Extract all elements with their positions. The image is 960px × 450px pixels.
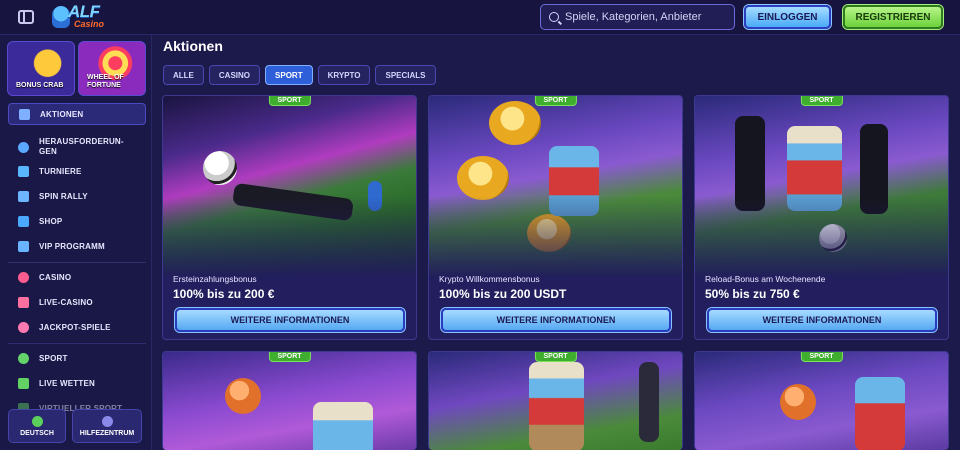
language-button[interactable]: DEUTSCH (8, 409, 66, 443)
filter-sport[interactable]: SPORT (265, 65, 313, 85)
flag-icon (18, 190, 29, 202)
image-shade (695, 196, 948, 276)
clover-icon (18, 321, 29, 333)
sport-tag: SPORT (800, 352, 843, 362)
sidebar-item-label: LIVE WETTEN (39, 378, 95, 388)
more-info-button[interactable]: WEITERE INFORMATIONEN (175, 308, 405, 332)
crown-icon (18, 240, 29, 252)
promo-subtitle: Ersteinzahlungsbonus (173, 274, 257, 284)
promo-card[interactable]: SPORT Krypto Willkommensbonus 100% bis z… (428, 95, 683, 340)
promo-card[interactable]: SPORT (428, 351, 683, 450)
page-title: Aktionen (163, 38, 223, 54)
sidebar-item-aktionen[interactable]: AKTIONEN (8, 103, 146, 125)
filter-alle[interactable]: ALLE (163, 65, 204, 85)
promo-label: WHEEL OF FORTUNE (87, 74, 124, 89)
basketball-icon (225, 378, 261, 414)
promo-offer: 50% bis zu 750 € (705, 287, 800, 301)
register-button[interactable]: REGISTRIEREN (843, 5, 943, 29)
promo-subtitle: Krypto Willkommensbonus (439, 274, 540, 284)
sidebar-item-jackpot-spiele[interactable]: JACKPOT-SPIELE (8, 316, 146, 338)
more-info-button[interactable]: WEITERE INFORMATIONEN (441, 308, 671, 332)
sidebar-item-label: SHOP (39, 216, 63, 226)
tether-coin-icon (457, 156, 509, 200)
alien-mascot-figure (529, 362, 584, 450)
sidebar-item-spin-rally[interactable]: SPIN RALLY (8, 185, 146, 207)
sidebar-item-label: SPIN RALLY (39, 191, 88, 201)
globe-icon (31, 415, 43, 427)
image-shade (429, 196, 682, 276)
sidebar-toggle-icon[interactable] (18, 10, 34, 24)
promo-subtitle: Reload-Bonus am Wochenende (705, 274, 826, 284)
help-center-button[interactable]: HILFEZENTRUM (72, 409, 142, 443)
search-icon (549, 12, 559, 22)
cup-icon (18, 165, 29, 177)
promo-card[interactable]: SPORT Ersteinzahlungsbonus 100% bis zu 2… (162, 95, 417, 340)
alien-mascot-figure (313, 402, 373, 450)
filter-casino[interactable]: CASINO (208, 65, 261, 85)
sport-tag: SPORT (534, 352, 577, 362)
promo-offer: 100% bis zu 200 USDT (439, 287, 567, 301)
badge-icon (18, 141, 29, 153)
divider (8, 343, 146, 344)
alien-mascot-figure (855, 377, 905, 450)
help-label: HILFEZENTRUM (79, 429, 135, 437)
promo-offer: 100% bis zu 200 € (173, 287, 275, 301)
promo-card[interactable]: SPORT (162, 351, 417, 450)
promo-bonus-crab[interactable]: BONUS CRAB (7, 41, 75, 96)
help-icon (101, 415, 113, 427)
logo-subtext: Casino (74, 19, 105, 29)
filter-specials[interactable]: SPECIALS (375, 65, 436, 85)
divider (8, 262, 146, 263)
cherry-icon (18, 271, 29, 283)
promo-card[interactable]: SPORT Reload-Bonus am Wochenende 50% bis… (694, 95, 949, 340)
promo-wheel-of-fortune[interactable]: WHEEL OF FORTUNE (78, 41, 146, 96)
promo-card-image (429, 352, 682, 450)
language-label: DEUTSCH (20, 429, 54, 437)
sidebar-item-label: CASINO (39, 272, 72, 282)
promo-card-image (163, 352, 416, 450)
sidebar-item-label: AKTIONEN (40, 109, 84, 119)
login-button[interactable]: EINLOGGEN (744, 5, 831, 29)
promo-card-image (695, 352, 948, 450)
sidebar-item-sport[interactable]: SPORT (8, 347, 146, 369)
basketball-icon (780, 384, 816, 420)
more-info-button[interactable]: WEITERE INFORMATIONEN (707, 308, 937, 332)
sidebar-item-label: TURNIERE (39, 166, 82, 176)
umpire-chair-figure (639, 362, 659, 442)
sidebar-item-live-casino[interactable]: LIVE-CASINO (8, 291, 146, 313)
sidebar-item-label: SPORT (39, 353, 68, 363)
football-icon (18, 352, 29, 364)
promo-card[interactable]: SPORT (694, 351, 949, 450)
live-icon (18, 377, 29, 389)
top-header: ALF Casino EINLOGGEN REGISTRIEREN (0, 0, 960, 35)
sidebar-item-vip-programm[interactable]: VIP PROGRAMM (8, 235, 146, 257)
sport-tag: SPORT (534, 96, 577, 106)
bitcoin-coin-icon (489, 101, 541, 145)
sidebar: BONUS CRAB WHEEL OF FORTUNE AKTIONEN HER… (0, 35, 152, 450)
filter-tabs: ALLE CASINO SPORT KRYPTO SPECIALS (163, 65, 436, 85)
sport-tag: SPORT (268, 96, 311, 106)
filter-krypto[interactable]: KRYPTO (317, 65, 371, 85)
sidebar-item-herausforderungen[interactable]: HERAUSFORDERUN-GEN (8, 134, 146, 160)
sidebar-item-shop[interactable]: SHOP (8, 210, 146, 232)
gift-icon (19, 108, 30, 120)
logo[interactable]: ALF Casino (52, 2, 112, 32)
sport-tag: SPORT (800, 96, 843, 106)
search-input[interactable] (565, 11, 725, 23)
soccer-ball-icon (203, 151, 237, 185)
sidebar-item-casino[interactable]: CASINO (8, 266, 146, 288)
sidebar-item-label: JACKPOT-SPIELE (39, 322, 111, 332)
sidebar-item-label: LIVE-CASINO (39, 297, 93, 307)
promo-label: BONUS CRAB (16, 82, 64, 89)
image-shade (163, 196, 416, 276)
dealer-icon (18, 296, 29, 308)
sidebar-item-label: HERAUSFORDERUN-GEN (39, 137, 124, 156)
sidebar-item-turniere[interactable]: TURNIERE (8, 160, 146, 182)
search-box[interactable] (540, 4, 735, 30)
sport-tag: SPORT (268, 352, 311, 362)
bag-icon (18, 215, 29, 227)
sidebar-item-label: VIP PROGRAMM (39, 241, 105, 251)
sidebar-item-live-wetten[interactable]: LIVE WETTEN (8, 372, 146, 394)
